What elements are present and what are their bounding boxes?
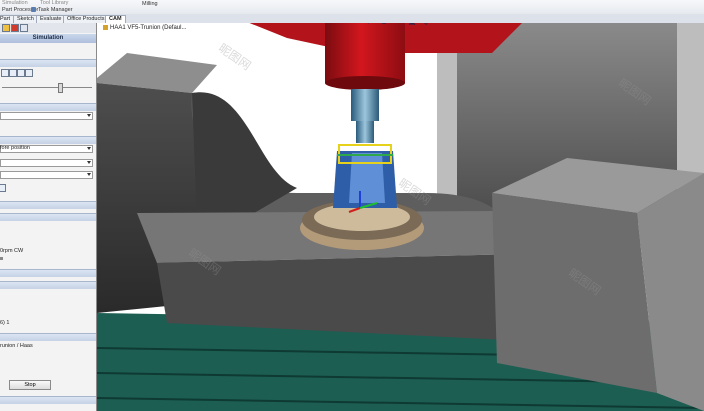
model-name: HAA1 VF5-Trunion (Defaul... [110, 25, 187, 32]
dropdown-3[interactable] [0, 171, 93, 179]
section-header[interactable] [0, 136, 96, 144]
tool-icon[interactable] [2, 24, 10, 32]
zoom-to-fit-icon[interactable]: ⌕ [365, 23, 375, 27]
panel-title: Simulation [32, 35, 64, 41]
dropdown-1[interactable] [0, 112, 93, 120]
display-style-icon[interactable]: ▪ [435, 23, 445, 27]
ribbon-item-simulation[interactable]: Simulation [2, 0, 28, 6]
tab-sketch[interactable]: Sketch [13, 15, 38, 23]
section-header[interactable] [0, 269, 96, 277]
spindle-head-body [325, 23, 405, 83]
value-text: 6) 1 [0, 320, 10, 326]
stop-button[interactable]: Stop [9, 380, 51, 390]
zoom-area-icon[interactable]: ⊕ [379, 23, 389, 27]
feature-tree-label[interactable]: HAA1 VF5-Trunion (Defaul... [103, 25, 186, 31]
ribbon-item-milling[interactable]: Milling [142, 1, 158, 7]
slider-thumb[interactable] [58, 83, 63, 93]
section-header[interactable] [0, 396, 96, 404]
red-icon[interactable] [11, 24, 19, 32]
graphics-viewport[interactable]: HAA1 VF5-Trunion (Defaul... ⌕ ⊕ ↶ ▣ ◈ ▪ … [97, 23, 704, 411]
trunnion-right-block-side [492, 193, 657, 393]
machine-scene [97, 23, 704, 411]
dropdown-2[interactable] [0, 159, 93, 167]
field-marker [0, 257, 3, 260]
part-icon [103, 25, 108, 30]
ribbon: Simulation Tool Library Milling Part Pro… [0, 0, 704, 14]
tab-cam[interactable]: CAM [105, 15, 126, 23]
tab-part[interactable]: Part [0, 15, 15, 23]
prev-frame-icon[interactable] [9, 69, 17, 77]
filter-icon[interactable] [20, 24, 28, 32]
tool-holder [356, 121, 374, 143]
workpiece-highlight [349, 153, 385, 203]
ribbon-item-task-manager[interactable]: Task Manager [38, 7, 73, 13]
section-header[interactable] [0, 213, 96, 221]
section-view-icon[interactable]: ▣ [407, 23, 417, 27]
tab-evaluate[interactable]: Evaluate [36, 15, 66, 23]
first-frame-icon[interactable] [1, 69, 9, 77]
machine-name-text: runion / Haas [0, 343, 33, 349]
section-header[interactable] [0, 333, 96, 341]
speed-slider[interactable] [2, 87, 92, 88]
section-header[interactable] [0, 103, 96, 111]
tab-office-products[interactable]: Office Products [63, 15, 109, 23]
next-frame-icon[interactable] [17, 69, 25, 77]
previous-view-icon[interactable]: ↶ [393, 23, 403, 27]
small-square-button[interactable] [0, 184, 6, 192]
view-orientation-icon[interactable]: ◈ [421, 23, 431, 27]
task-manager-icon [31, 7, 36, 12]
section-header[interactable] [0, 59, 96, 67]
section-header[interactable] [0, 201, 96, 209]
property-manager-panel: Simulation fore position 0rpm CW 6) 1 ru… [0, 23, 97, 411]
section-header[interactable] [0, 281, 96, 289]
simulation-header: Simulation [0, 34, 96, 43]
position-option-text: fore position [0, 145, 30, 151]
spindle-field-text: 0rpm CW [0, 248, 24, 254]
last-frame-icon[interactable] [25, 69, 33, 77]
heads-up-toolbar: ⌕ ⊕ ↶ ▣ ◈ ▪ [365, 23, 445, 29]
panel-toolbar [0, 23, 96, 33]
spindle [351, 89, 379, 121]
ribbon-item-tool-library[interactable]: Tool Library [40, 0, 68, 6]
spindle-head-bottom [325, 76, 405, 90]
